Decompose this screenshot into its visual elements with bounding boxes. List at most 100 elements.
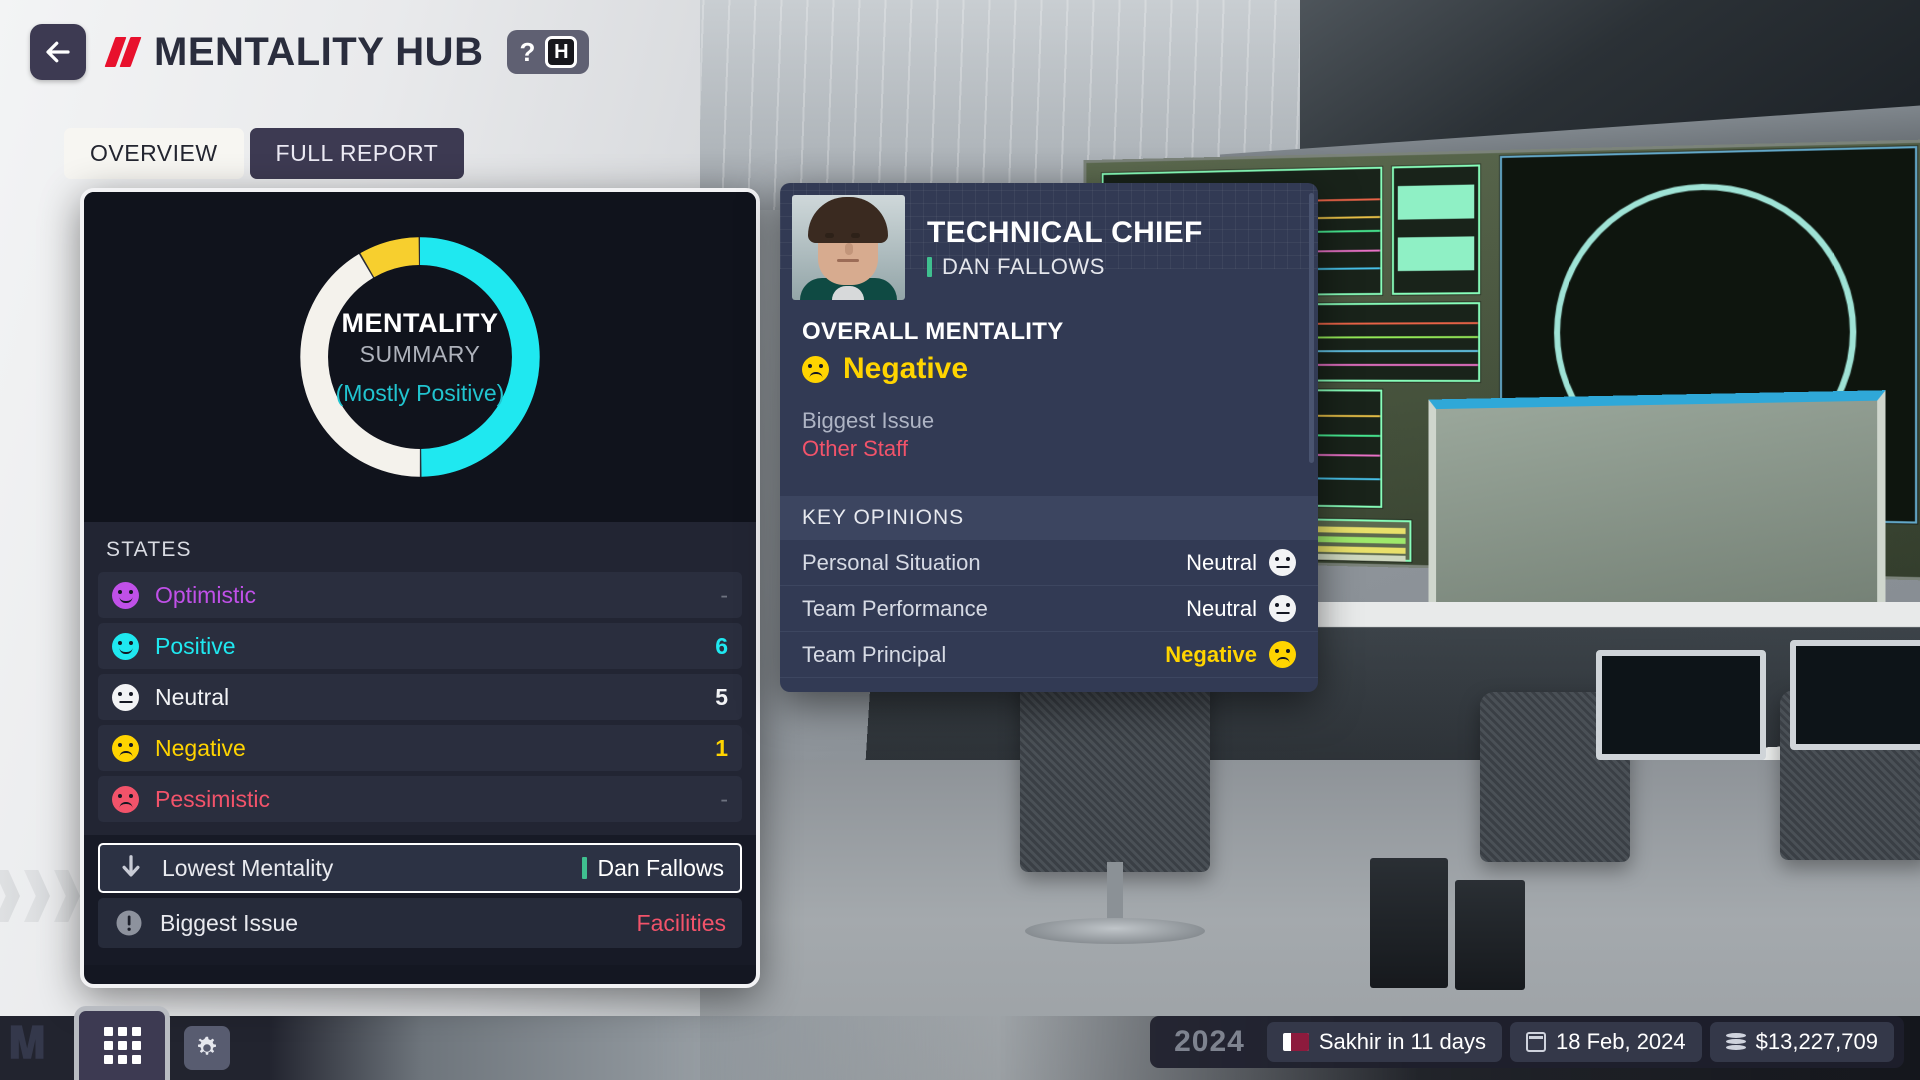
key-opinion-label: Team Performance bbox=[802, 595, 988, 621]
summary-row-label: Lowest Mentality bbox=[162, 854, 334, 881]
key-opinion-value: Negative bbox=[1165, 641, 1257, 667]
sad-face-icon bbox=[802, 355, 829, 383]
key-opinion-value-wrap: Neutral bbox=[1186, 549, 1296, 576]
status-bar: 2024 Sakhir in 11 days 18 Feb, 2024 $13,… bbox=[1150, 1016, 1904, 1068]
background-chair-base bbox=[1025, 918, 1205, 944]
donut-center-label: MENTALITY SUMMARY (Mostly Positive) bbox=[294, 231, 546, 483]
state-row-pessimistic[interactable]: Pessimistic - bbox=[98, 776, 742, 822]
neutral-face-icon bbox=[1269, 549, 1296, 576]
calendar-icon bbox=[1525, 1032, 1546, 1052]
background-chair-1 bbox=[1020, 672, 1210, 872]
smile-face-icon bbox=[112, 632, 139, 660]
donut-title-secondary: SUMMARY bbox=[359, 340, 481, 367]
key-opinion-row-personal-situation[interactable]: Personal Situation Neutral bbox=[780, 540, 1318, 586]
background-chair-stem bbox=[1107, 862, 1123, 922]
overall-mentality-label: OVERALL MENTALITY bbox=[802, 318, 1064, 345]
arrow-down-icon bbox=[122, 855, 140, 877]
staff-card-body: OVERALL MENTALITY Negative Biggest Issue… bbox=[780, 312, 1318, 480]
staff-card-header: TECHNICAL CHIEF DAN FALLOWS bbox=[780, 183, 1318, 312]
back-button[interactable] bbox=[30, 24, 86, 80]
state-count: 5 bbox=[715, 683, 728, 710]
avatar bbox=[792, 195, 905, 300]
summary-row-value: Facilities bbox=[636, 909, 726, 936]
apps-button[interactable] bbox=[74, 1006, 170, 1080]
key-opinion-row-team-principal[interactable]: Team Principal Negative bbox=[780, 632, 1318, 678]
key-opinions-header: KEY OPINIONS bbox=[780, 496, 1318, 540]
tab-full-report[interactable]: FULL REPORT bbox=[249, 128, 465, 179]
date-chip[interactable]: 18 Feb, 2024 bbox=[1509, 1022, 1702, 1062]
help-button[interactable]: ? bbox=[519, 39, 535, 65]
grid-apps-icon bbox=[103, 1027, 141, 1064]
summary-row-biggest-issue[interactable]: Biggest Issue Facilities bbox=[98, 898, 742, 948]
next-race-text: Sakhir in 11 days bbox=[1318, 1029, 1486, 1054]
hotkey-indicator: H bbox=[545, 36, 578, 68]
team-logo: 𝐌 bbox=[8, 1019, 46, 1068]
state-label: Neutral bbox=[155, 683, 230, 710]
staff-name-row: DAN FALLOWS bbox=[927, 254, 1203, 280]
staff-role: TECHNICAL CHIEF bbox=[927, 215, 1203, 249]
budget-chip[interactable]: $13,227,709 bbox=[1709, 1022, 1894, 1062]
summary-row-label: Biggest Issue bbox=[160, 909, 299, 936]
summary-row-value: Dan Fallows bbox=[597, 854, 724, 881]
budget-amount: $13,227,709 bbox=[1755, 1029, 1878, 1054]
brand-slashes-icon bbox=[104, 37, 142, 67]
page-title: MENTALITY HUB bbox=[154, 29, 484, 74]
key-opinions-list: Personal Situation Neutral Team Performanc… bbox=[780, 540, 1318, 678]
tab-overview[interactable]: OVERVIEW bbox=[64, 128, 244, 179]
state-row-optimistic[interactable]: Optimistic - bbox=[98, 572, 742, 618]
state-row-neutral[interactable]: Neutral 5 bbox=[98, 674, 742, 720]
donut-verdict: (Mostly Positive) bbox=[335, 379, 505, 406]
state-count: 1 bbox=[715, 734, 728, 761]
state-count: - bbox=[720, 581, 728, 608]
season-year: 2024 bbox=[1174, 1025, 1245, 1058]
settings-button[interactable] bbox=[184, 1026, 230, 1070]
tab-bar: OVERVIEW FULL REPORT bbox=[64, 128, 465, 179]
key-opinion-label: Personal Situation bbox=[802, 549, 981, 575]
key-opinion-value: Neutral bbox=[1186, 595, 1257, 621]
background-screen-bars-1 bbox=[1391, 164, 1481, 295]
arrow-left-icon bbox=[46, 41, 70, 63]
sad-face-icon bbox=[1269, 641, 1296, 668]
qatar-flag-icon bbox=[1282, 1033, 1309, 1051]
mentality-summary-chart: MENTALITY SUMMARY (Mostly Positive) bbox=[84, 192, 756, 522]
key-opinion-value-wrap: Neutral bbox=[1186, 595, 1296, 622]
neutral-face-icon bbox=[112, 683, 139, 711]
state-row-negative[interactable]: Negative 1 bbox=[98, 725, 742, 771]
background-pc-tower-2 bbox=[1455, 880, 1525, 990]
sad-face-icon bbox=[112, 734, 139, 762]
taskbar bbox=[74, 1006, 230, 1080]
states-section-header: STATES bbox=[84, 522, 756, 572]
staff-detail-card: TECHNICAL CHIEF DAN FALLOWS OVERALL MENT… bbox=[780, 183, 1318, 692]
card-scrollbar[interactable] bbox=[1309, 193, 1314, 463]
key-opinion-row-team-performance[interactable]: Team Performance Neutral bbox=[780, 586, 1318, 632]
background-pc-tower-1 bbox=[1370, 858, 1448, 988]
state-count: - bbox=[720, 785, 728, 812]
summary-bottom-rows: Lowest Mentality Dan Fallows Biggest Issue… bbox=[84, 835, 756, 965]
coins-icon bbox=[1725, 1032, 1746, 1052]
help-hotkey-group[interactable]: ? H bbox=[507, 30, 590, 74]
state-label: Pessimistic bbox=[155, 785, 271, 812]
key-opinion-value: Neutral bbox=[1186, 549, 1257, 575]
page-header: MENTALITY HUB ? H bbox=[0, 0, 1920, 104]
overall-mentality-value-row: Negative bbox=[802, 352, 1296, 386]
state-label: Positive bbox=[155, 632, 236, 659]
summary-row-lowest-mentality[interactable]: Lowest Mentality Dan Fallows bbox=[98, 843, 742, 893]
state-label: Negative bbox=[155, 734, 246, 761]
name-accent-tick bbox=[927, 256, 932, 277]
neutral-face-icon bbox=[1269, 595, 1296, 622]
card-bottom-padding bbox=[780, 678, 1318, 692]
exclamation-icon bbox=[116, 910, 142, 936]
state-count: 6 bbox=[715, 632, 728, 659]
gear-icon bbox=[198, 1036, 216, 1055]
staff-name: DAN FALLOWS bbox=[942, 253, 1106, 279]
donut-title-primary: MENTALITY bbox=[341, 307, 499, 338]
state-row-positive[interactable]: Positive 6 bbox=[98, 623, 742, 669]
staff-biggest-issue-label: Biggest Issue bbox=[802, 408, 935, 433]
sad-face-icon bbox=[112, 785, 139, 813]
state-label: Optimistic bbox=[155, 581, 256, 608]
states-list: Optimistic - Positive 6 Neutral 5 Negative 1 Pes… bbox=[84, 572, 756, 835]
key-opinion-value-wrap: Negative bbox=[1165, 641, 1296, 668]
next-race-chip[interactable]: Sakhir in 11 days bbox=[1266, 1022, 1502, 1062]
value-accent-tick bbox=[582, 857, 588, 879]
background-monitor-small-1 bbox=[1596, 650, 1766, 760]
